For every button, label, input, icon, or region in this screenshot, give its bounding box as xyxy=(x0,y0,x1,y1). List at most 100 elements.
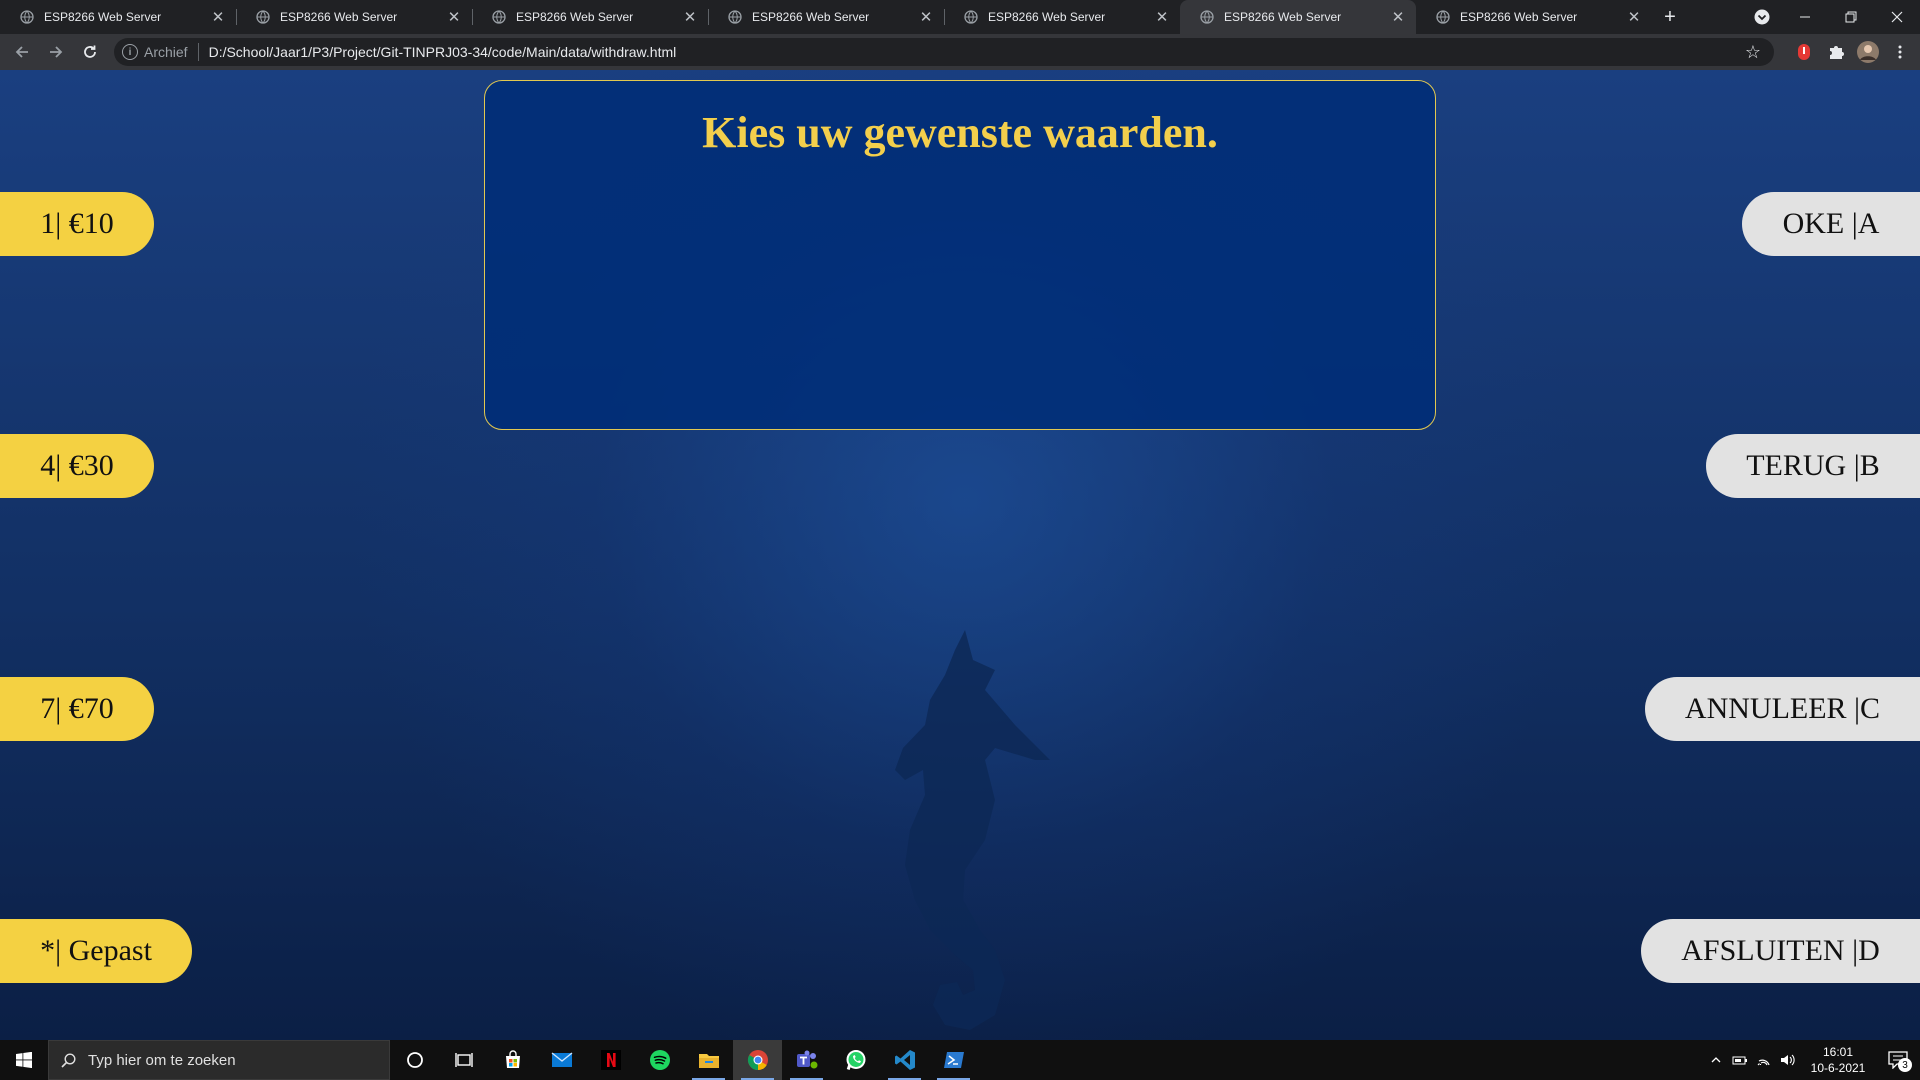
forward-button[interactable] xyxy=(40,36,72,68)
windows-logo-icon xyxy=(16,1052,32,1068)
close-icon[interactable]: ✕ xyxy=(1154,8,1170,26)
menu-button[interactable] xyxy=(1884,36,1916,68)
close-window-button[interactable] xyxy=(1874,0,1920,34)
site-security-label: Archief xyxy=(144,44,188,60)
speaker-icon xyxy=(1781,1054,1795,1066)
teams-icon xyxy=(796,1050,817,1069)
chrome-icon xyxy=(747,1050,768,1071)
back-button[interactable] xyxy=(6,36,38,68)
minimize-button[interactable] xyxy=(1782,0,1828,34)
spotify-button[interactable] xyxy=(635,1040,684,1080)
clock[interactable]: 16:01 10-6-2021 xyxy=(1800,1044,1876,1076)
close-icon[interactable]: ✕ xyxy=(210,8,226,26)
display-panel: Kies uw gewenste waarden. xyxy=(484,80,1436,430)
key-4-30-euro-button[interactable]: 4| €30 xyxy=(0,434,154,498)
task-view-icon xyxy=(454,1053,473,1067)
start-button[interactable] xyxy=(0,1040,48,1080)
store-button[interactable] xyxy=(488,1040,537,1080)
puzzle-icon xyxy=(1830,46,1844,59)
globe-icon xyxy=(728,10,742,24)
tab-title: ESP8266 Web Server xyxy=(988,10,1106,24)
powershell-button[interactable] xyxy=(929,1040,978,1080)
netflix-button[interactable] xyxy=(586,1040,635,1080)
close-icon[interactable]: ✕ xyxy=(682,8,698,26)
extensions-button[interactable] xyxy=(1820,36,1852,68)
mail-button[interactable] xyxy=(537,1040,586,1080)
windows-taskbar: Typ hier om te zoeken 16:01 10-6-2021 3 xyxy=(0,1040,1920,1080)
restore-icon xyxy=(1845,11,1857,23)
globe-icon xyxy=(20,10,34,24)
tab-title: ESP8266 Web Server xyxy=(1460,10,1578,24)
tab-search-button[interactable] xyxy=(1742,9,1782,25)
profile-button[interactable] xyxy=(1852,36,1884,68)
taskbar-search-box[interactable]: Typ hier om te zoeken xyxy=(48,1040,390,1080)
url-text[interactable]: D:/School/Jaar1/P3/Project/Git-TINPRJ03-… xyxy=(209,44,1740,60)
oke-a-button[interactable]: OKE |A xyxy=(1742,192,1920,256)
spotify-icon xyxy=(649,1050,670,1070)
more-vertical-icon xyxy=(1898,45,1902,59)
display-title: Kies uw gewenste waarden. xyxy=(702,108,1218,157)
browser-tab[interactable]: ESP8266 Web Server ✕ xyxy=(708,0,944,34)
info-icon[interactable]: i xyxy=(122,44,138,60)
reload-icon xyxy=(84,45,96,58)
star-icon[interactable]: ☆ xyxy=(1740,42,1766,63)
chevron-up-icon xyxy=(1711,1057,1721,1063)
browser-tab[interactable]: ESP8266 Web Server ✕ xyxy=(1416,0,1652,34)
annuleer-c-button[interactable]: ANNULEER |C xyxy=(1645,677,1920,741)
afsluiten-d-button[interactable]: AFSLUITEN |D xyxy=(1641,919,1920,983)
tab-title: ESP8266 Web Server xyxy=(516,10,634,24)
network-button[interactable] xyxy=(1752,1040,1776,1080)
file-explorer-button[interactable] xyxy=(684,1040,733,1080)
clock-time: 16:01 xyxy=(1822,1045,1854,1059)
whatsapp-button[interactable] xyxy=(831,1040,880,1080)
close-icon[interactable]: ✕ xyxy=(446,8,462,26)
new-tab-button[interactable]: + xyxy=(1652,0,1688,34)
close-icon[interactable]: ✕ xyxy=(1390,8,1406,26)
browser-tab-active[interactable]: ESP8266 Web Server ✕ xyxy=(1180,0,1416,34)
vscode-button[interactable] xyxy=(880,1040,929,1080)
teams-button[interactable] xyxy=(782,1040,831,1080)
browser-tab[interactable]: ESP8266 Web Server ✕ xyxy=(472,0,708,34)
address-bar[interactable]: i Archief D:/School/Jaar1/P3/Project/Git… xyxy=(114,38,1774,66)
mail-icon xyxy=(551,1052,572,1067)
search-placeholder: Typ hier om te zoeken xyxy=(88,1051,236,1069)
globe-icon xyxy=(1200,10,1214,24)
reload-button[interactable] xyxy=(74,36,106,68)
globe-icon xyxy=(492,10,506,24)
key-1-10-euro-button[interactable]: 1| €10 xyxy=(0,192,154,256)
globe-icon xyxy=(964,10,978,24)
globe-icon xyxy=(256,10,270,24)
battery-button[interactable] xyxy=(1728,1040,1752,1080)
terug-b-button[interactable]: TERUG |B xyxy=(1706,434,1920,498)
avatar xyxy=(1857,41,1879,63)
tab-title: ESP8266 Web Server xyxy=(44,10,162,24)
notification-count-badge: 3 xyxy=(1898,1058,1912,1072)
browser-tab-strip: ESP8266 Web Server ✕ ESP8266 Web Server … xyxy=(0,0,1920,34)
file-explorer-icon xyxy=(698,1054,719,1068)
battery-icon xyxy=(1732,1056,1747,1065)
restore-button[interactable] xyxy=(1828,0,1874,34)
browser-tab[interactable]: ESP8266 Web Server ✕ xyxy=(944,0,1180,34)
cortana-button[interactable] xyxy=(390,1040,439,1080)
close-icon[interactable]: ✕ xyxy=(918,8,934,26)
browser-tab[interactable]: ESP8266 Web Server ✕ xyxy=(236,0,472,34)
key-7-70-euro-button[interactable]: 7| €70 xyxy=(0,677,154,741)
vscode-icon xyxy=(894,1050,915,1070)
powershell-icon xyxy=(943,1052,964,1068)
key-star-gepast-button[interactable]: *| Gepast xyxy=(0,919,192,983)
browser-toolbar: i Archief D:/School/Jaar1/P3/Project/Git… xyxy=(0,34,1920,70)
task-view-button[interactable] xyxy=(439,1040,488,1080)
show-hidden-icons-button[interactable] xyxy=(1704,1040,1728,1080)
arrow-right-icon xyxy=(50,46,63,58)
clock-date: 10-6-2021 xyxy=(1810,1061,1866,1075)
close-icon[interactable]: ✕ xyxy=(1626,8,1642,26)
chevron-down-icon xyxy=(1754,9,1770,25)
extension-button[interactable] xyxy=(1788,36,1820,68)
cortana-icon xyxy=(406,1052,423,1068)
page-viewport: Kies uw gewenste waarden. 1| €10 4| €30 … xyxy=(0,70,1920,1040)
window-controls xyxy=(1742,0,1920,34)
browser-tab[interactable]: ESP8266 Web Server ✕ xyxy=(0,0,236,34)
volume-button[interactable] xyxy=(1776,1040,1800,1080)
chrome-button[interactable] xyxy=(733,1040,782,1080)
action-center-button[interactable]: 3 xyxy=(1876,1040,1920,1080)
